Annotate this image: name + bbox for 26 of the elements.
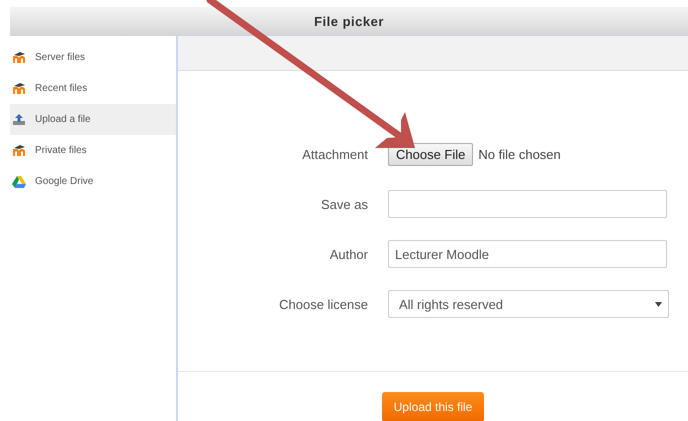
moodle-icon — [12, 52, 26, 63]
text-field[interactable] — [388, 190, 667, 218]
field-label: Choose license — [278, 296, 369, 312]
license-select[interactable]: All rights reserved — [388, 290, 669, 318]
text-field[interactable]: Lecturer Moodle — [388, 240, 667, 268]
sidebar-item-label: Google Drive — [35, 176, 94, 187]
window-title: File picker — [10, 7, 688, 36]
sidebar-item-label: Private files — [35, 145, 87, 156]
field-label: Save as — [320, 196, 369, 212]
upload-icon — [12, 113, 26, 126]
sidebar-item[interactable]: Server files — [10, 42, 176, 73]
dropdown-icon — [655, 302, 662, 306]
field-label: Author — [328, 246, 369, 262]
sidebar-item-label: Recent files — [35, 83, 88, 94]
sidebar-item-label: Upload a file — [35, 114, 91, 125]
field-label: Attachment — [301, 146, 369, 162]
file-status: No file chosen — [478, 146, 561, 162]
sidebar-item[interactable]: Private files — [10, 135, 176, 166]
drive-icon — [12, 176, 26, 188]
sidebar-item-label: Server files — [35, 52, 86, 63]
sidebar-item[interactable]: Google Drive — [10, 166, 176, 197]
moodle-icon — [12, 83, 26, 94]
choose-file-button[interactable]: Choose File — [388, 142, 474, 166]
moodle-icon — [12, 145, 26, 156]
sidebar-item[interactable]: Recent files — [10, 73, 176, 104]
sidebar-item[interactable]: Upload a file — [10, 104, 176, 135]
